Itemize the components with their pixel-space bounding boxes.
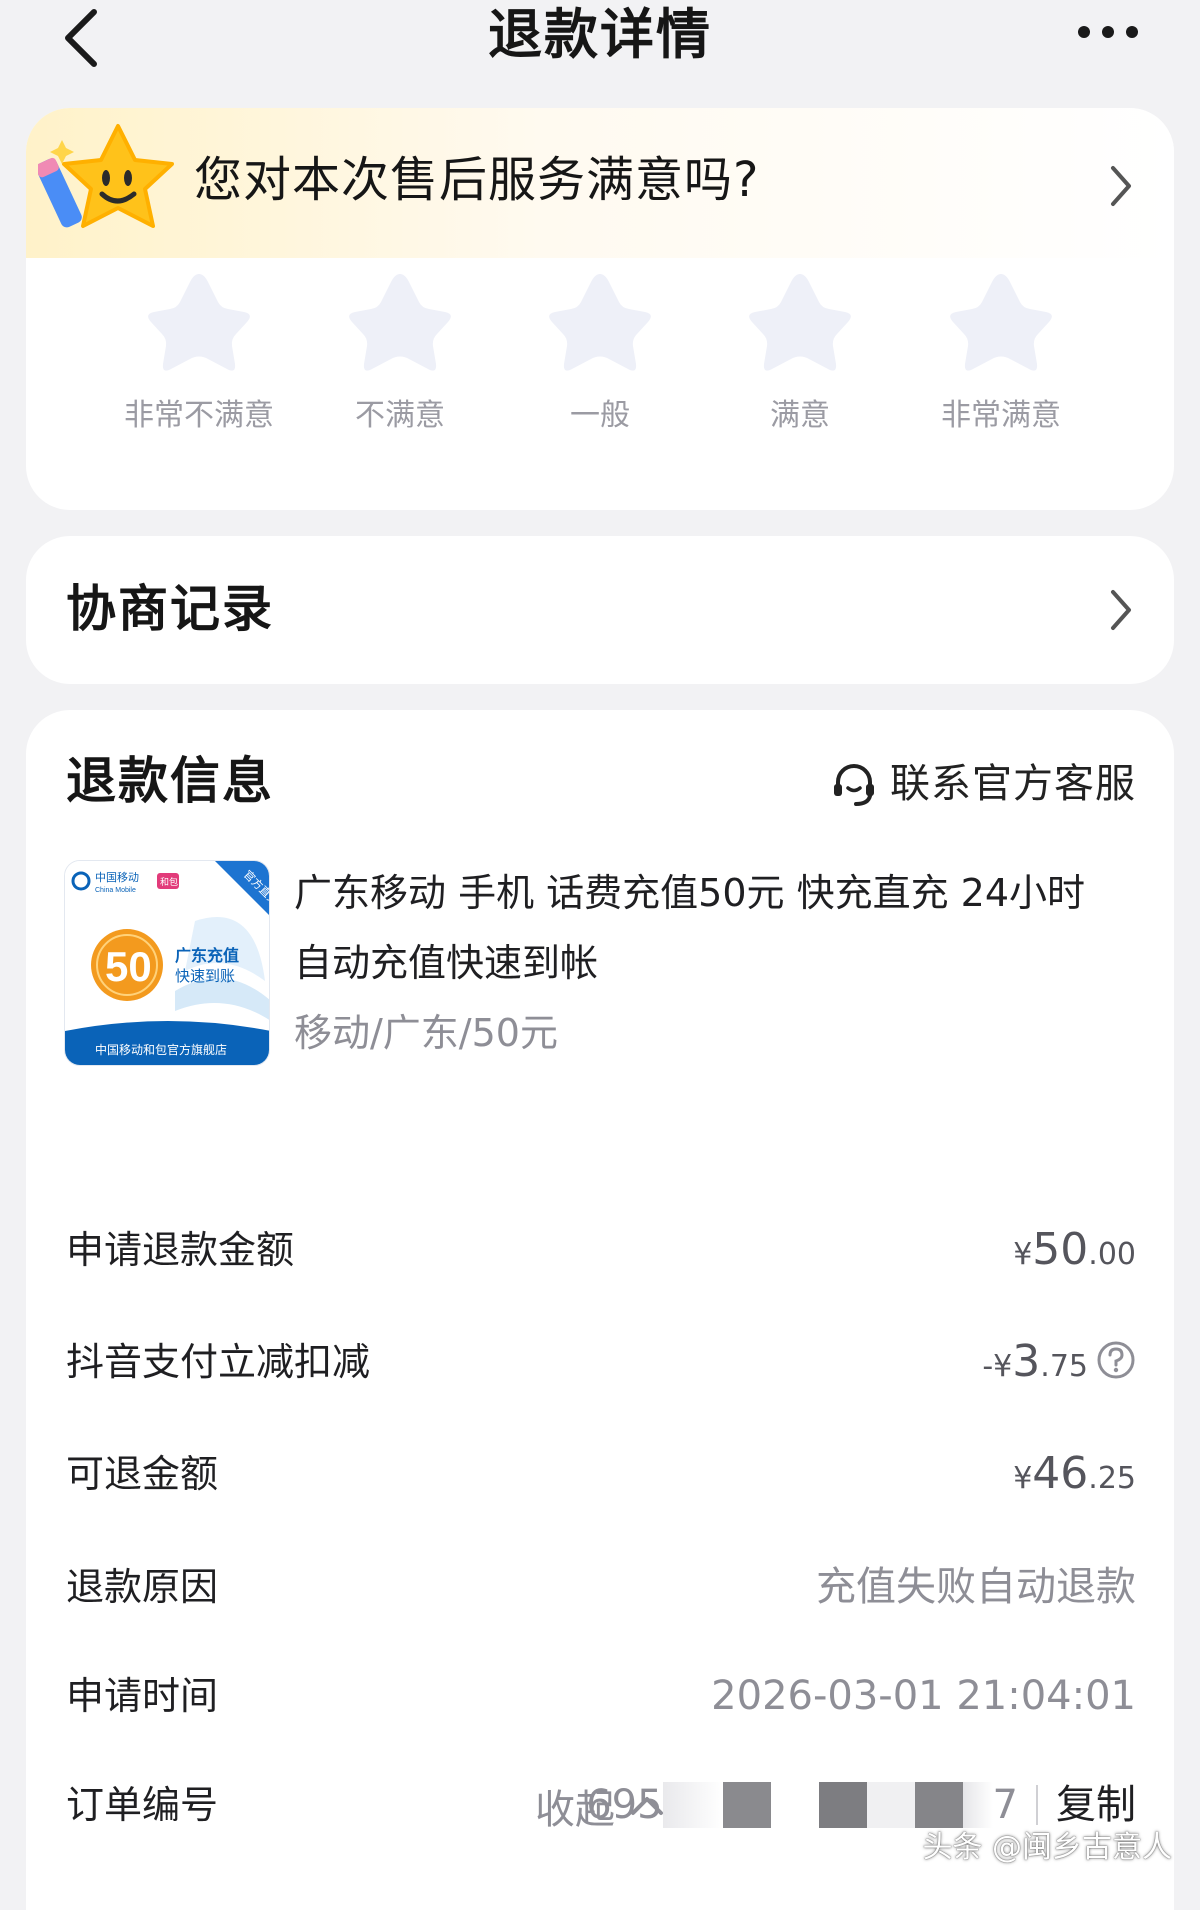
more-dots-icon[interactable] (1076, 22, 1140, 42)
row-reason: 退款原因 充值失败自动退款 (66, 1552, 1136, 1622)
apply-amount-label: 申请退款金额 (66, 1228, 295, 1272)
row-apply-amount (66, 927, 1136, 997)
headset-icon (834, 764, 874, 806)
watermark: 头条 @闽乡古意人 (922, 1830, 1172, 1865)
survey-question: 您对本次售后服务满意吗? (194, 152, 760, 208)
refund-info-card: 退款信息 联系官方客服 中国移动 China Mobile 和包 官方直充 50 (26, 710, 1174, 1910)
refundable-label: 可退金额 (66, 1452, 219, 1496)
chevron-right-icon[interactable] (1108, 164, 1134, 208)
star-icon (549, 274, 651, 371)
rating-dissatisfied[interactable]: 不满意 (300, 268, 500, 436)
refundable-value: ¥46.25 (1013, 1448, 1136, 1499)
rating-neutral[interactable]: 一般 (500, 268, 700, 436)
row-refundable: 可退金额 ¥46.25 (66, 1439, 1136, 1509)
chevron-up-icon (631, 1797, 663, 1815)
star-rating: 非常不满意 不满意 一般 满意 非常满意 (26, 268, 1174, 488)
thumb-footer: 中国移动和包官方旗舰店 (95, 1042, 227, 1057)
thumb-tag: 和包 (160, 876, 178, 887)
apply-amount-value: ¥50.00 (1013, 1224, 1136, 1275)
discount-value: -¥3.75 (982, 1327, 1136, 1406)
contact-service-button[interactable]: 联系官方客服 (830, 754, 1136, 814)
rating-label: 非常不满意 (124, 398, 274, 433)
negotiation-title: 协商记录 (66, 580, 274, 638)
satisfaction-survey-card[interactable]: 您对本次售后服务满意吗? 非常不满意 不满意 一般 满意 非常满意 (26, 108, 1174, 510)
refund-info-title: 退款信息 (66, 752, 274, 810)
reason-value: 充值失败自动退款 (816, 1564, 1136, 1610)
row-apply-time: 申请时间 2026-03-01 21:04:01 (66, 1661, 1136, 1731)
row-discount: 抖音支付立减扣减 -¥3.75 (66, 1327, 1136, 1397)
rating-label: 满意 (770, 398, 830, 433)
survey-banner[interactable]: 您对本次售后服务满意吗? (26, 108, 1174, 258)
thumb-brand: 中国移动 (95, 871, 139, 884)
star-icon (349, 274, 451, 371)
rating-label: 不满意 (355, 398, 445, 433)
star-icon (148, 274, 250, 371)
rating-label: 一般 (570, 398, 630, 433)
rating-very-dissatisfied[interactable]: 非常不满意 (99, 268, 299, 436)
question-circle-icon[interactable] (1096, 1340, 1136, 1380)
star-icon (749, 274, 851, 371)
apply-time-label: 申请时间 (66, 1674, 219, 1718)
rating-label: 非常满意 (941, 398, 1061, 433)
apply-time-value: 2026-03-01 21:04:01 (711, 1673, 1136, 1719)
thumb-brand-en: China Mobile (95, 887, 136, 894)
collapse-label: 收起 (535, 1787, 615, 1833)
smiling-star-mascot-icon (38, 124, 174, 228)
negotiation-record-card[interactable]: 协商记录 (26, 536, 1174, 684)
star-icon (950, 274, 1052, 371)
rating-satisfied[interactable]: 满意 (700, 268, 900, 436)
chevron-right-icon[interactable] (1108, 588, 1134, 632)
row-apply-amount: 申请退款金额 ¥50.00 (66, 1215, 1136, 1285)
product-spec: 移动/广东/50元 (294, 1011, 558, 1055)
rating-very-satisfied[interactable]: 非常满意 (901, 268, 1101, 436)
contact-service-label: 联系官方客服 (890, 761, 1136, 807)
discount-label: 抖音支付立减扣减 (66, 1340, 371, 1384)
page-title: 退款详情 (488, 3, 712, 66)
reason-label: 退款原因 (66, 1565, 219, 1609)
top-bar: 退款详情 (0, 0, 1200, 80)
